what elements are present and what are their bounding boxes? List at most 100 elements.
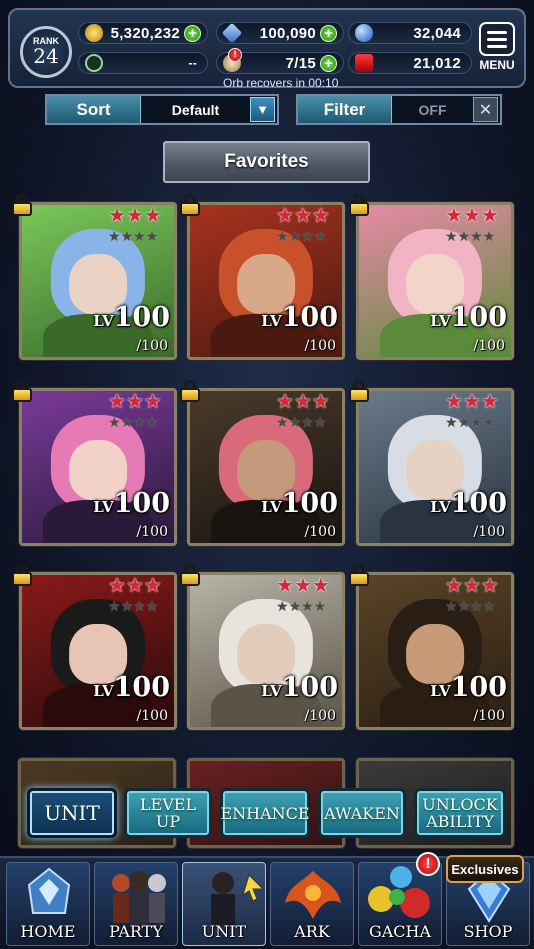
unit-level: LV100	[261, 488, 338, 519]
lock-icon[interactable]	[180, 564, 200, 586]
rank-value: 24	[33, 44, 59, 68]
star-icon: ★	[143, 391, 162, 413]
blue-orb-icon	[355, 24, 373, 42]
unit-level: LV100	[261, 302, 338, 333]
unit-card[interactable]: ★★★ ★★★★ LV100/100	[19, 388, 177, 546]
unit-level: LV100	[430, 302, 507, 333]
empty-star-icon: ★	[301, 414, 314, 430]
empty-star-icon: ★	[457, 414, 471, 430]
lock-icon[interactable]	[12, 194, 32, 216]
menu-button[interactable]: MENU	[476, 22, 518, 80]
slot-value: --	[188, 56, 197, 70]
tab-awaken[interactable]: AWAKEN	[318, 788, 406, 838]
empty-star-icon: ★	[301, 228, 314, 244]
level-value: 100	[113, 672, 170, 703]
level-label: LV	[430, 312, 451, 330]
chevron-down-icon[interactable]: ▼	[250, 97, 275, 122]
nav-unit[interactable]: UNIT	[182, 862, 266, 946]
clear-filter-close-icon[interactable]: ✕	[473, 97, 498, 122]
unit-level: LV100	[430, 672, 507, 703]
star-icon: ★	[276, 391, 294, 413]
crystal-counter: 100,090 +	[216, 22, 344, 44]
orb-value: 7/15	[285, 54, 316, 72]
star-icon: ★	[293, 391, 312, 413]
rarity-stars: ★★★ ★★★★	[108, 205, 170, 246]
empty-star-icon: ★	[145, 598, 159, 614]
level-cap: /100	[136, 708, 168, 724]
level-cap: /100	[473, 338, 505, 354]
unit-card[interactable]: ★★★ ★★★★ LV100/100	[187, 388, 345, 546]
tab-enhance[interactable]: ENHANCE	[220, 788, 310, 838]
lock-icon[interactable]	[180, 194, 200, 216]
rank-badge[interactable]: RANK 24	[20, 26, 72, 78]
star-icon: ★	[125, 205, 144, 227]
star-icon: ★	[445, 205, 463, 227]
lock-icon[interactable]	[12, 380, 32, 402]
lock-icon[interactable]	[349, 194, 369, 216]
star-icon: ★	[445, 575, 463, 597]
unit-card[interactable]: ★★★ ★★★★ LV100/100	[356, 572, 514, 730]
star-icon: ★	[125, 575, 144, 597]
slot-counter: --	[78, 52, 208, 74]
star-icon: ★	[276, 205, 294, 227]
sort-control[interactable]: Sort Default ▼	[45, 94, 279, 125]
unit-card[interactable]: ★★★ ★★★★ LV100/100	[356, 388, 514, 546]
star-icon: ★	[143, 205, 162, 227]
tab-level-up[interactable]: LEVEL UP	[124, 788, 212, 838]
level-label: LV	[261, 498, 282, 516]
gold-counter: 5,320,232 +	[78, 22, 208, 44]
nav-home-label: HOME	[20, 922, 76, 941]
unit-card[interactable]: ★★★ ★★★★ LV100/100	[356, 202, 514, 360]
lock-icon[interactable]	[12, 564, 32, 586]
nav-party[interactable]: PARTY	[94, 862, 178, 946]
lock-icon[interactable]	[349, 564, 369, 586]
star-icon: ★	[293, 575, 312, 597]
star-icon: ★	[480, 205, 499, 227]
tab-unit[interactable]: UNIT	[27, 788, 117, 838]
star-icon: ★	[480, 391, 499, 413]
add-crystal-button[interactable]: +	[320, 24, 337, 42]
orb-alert-badge: !	[228, 48, 242, 62]
blue-currency-value: 32,044	[413, 24, 461, 42]
hamburger-icon	[479, 22, 515, 56]
level-cap: /100	[304, 708, 336, 724]
level-cap: /100	[304, 338, 336, 354]
nav-home[interactable]: HOME	[6, 862, 90, 946]
unit-level: LV100	[261, 672, 338, 703]
unit-card[interactable]: ★★★ ★★★★ LV100/100	[19, 572, 177, 730]
lock-icon[interactable]	[349, 380, 369, 402]
tab-unlock-ability[interactable]: UNLOCK ABILITY	[414, 788, 506, 838]
nav-gacha-label: GACHA	[368, 922, 432, 941]
unit-character-icon	[211, 872, 265, 925]
party-characters-icon	[112, 871, 166, 925]
add-gold-button[interactable]: +	[184, 24, 201, 42]
empty-star-icon: ★	[457, 228, 471, 244]
gold-coin-icon	[85, 24, 103, 42]
blue-currency-counter: 32,044	[348, 22, 472, 44]
empty-star-icon: ★	[133, 414, 146, 430]
sort-label: Sort	[47, 96, 141, 123]
rarity-stars: ★★★ ★★★★	[276, 205, 338, 246]
empty-star-icon: ★	[445, 598, 458, 614]
nav-ark[interactable]: ARK	[270, 862, 354, 946]
empty-star-icon: ★	[482, 598, 496, 614]
empty-star-icon: ★	[108, 414, 121, 430]
add-orb-button[interactable]: +	[320, 54, 337, 72]
unit-card[interactable]: ★★★ ★★★★ LV100/100	[19, 202, 177, 360]
crystal-icon	[221, 22, 243, 44]
empty-star-icon: ★	[145, 414, 159, 430]
star-icon: ★	[276, 575, 294, 597]
crystal-value: 100,090	[259, 24, 316, 42]
resource-bar: RANK 24 5,320,232 + 100,090 + 32,044 -- …	[8, 8, 526, 90]
favorites-button[interactable]: Favorites	[163, 141, 370, 183]
lock-icon[interactable]	[180, 380, 200, 402]
unit-card[interactable]: ★★★ ★★★★ LV100/100	[187, 572, 345, 730]
unit-card[interactable]: ★★★ ★★★★ LV100/100	[187, 202, 345, 360]
level-value: 100	[281, 302, 338, 333]
filter-control[interactable]: Filter OFF ✕	[296, 94, 502, 125]
level-label: LV	[93, 312, 114, 330]
empty-star-icon: ★	[313, 414, 327, 430]
level-cap: /100	[304, 524, 336, 540]
star-icon: ★	[462, 391, 481, 413]
exclusives-badge[interactable]: Exclusives	[446, 855, 524, 883]
